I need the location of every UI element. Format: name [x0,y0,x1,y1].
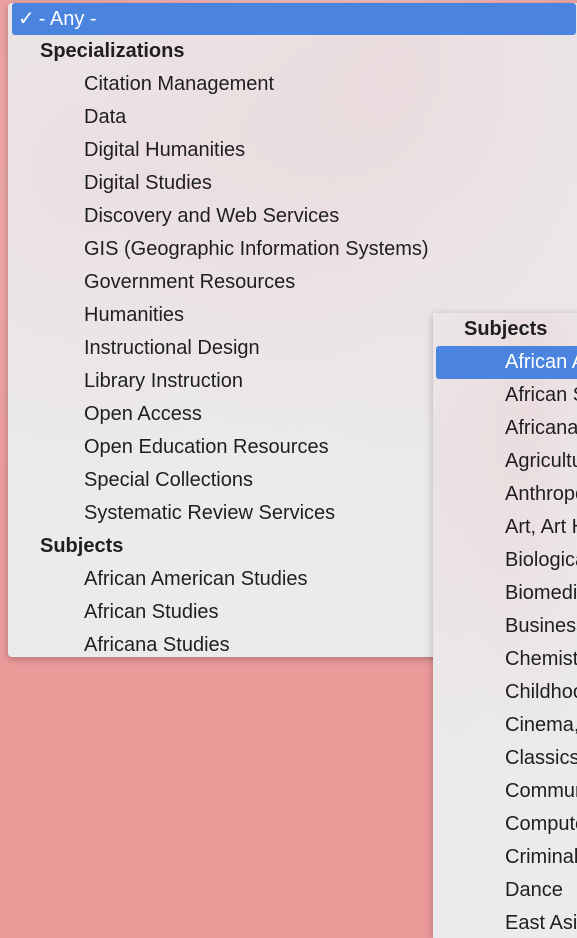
menu-option-communication[interactable]: Communication [433,775,577,808]
menu-option-label: - Any - [38,8,97,30]
menu-option-agriculture[interactable]: Agriculture [433,445,577,478]
menu-option-anthropology[interactable]: Anthropology [433,478,577,511]
group-header-specializations: Specializations [40,40,185,62]
menu-option-african-american-studies[interactable]: African American Studies [436,346,577,379]
menu-items: African American StudiesAfrican StudiesA… [433,346,577,938]
menu-option-cinema-film[interactable]: Cinema, Film [433,709,577,742]
menu-option-any-selected[interactable]: ✓ - Any - [12,3,576,35]
checkmark-icon: ✓ [18,8,35,30]
menu-option-discovery-and-web-services[interactable]: Discovery and Web Services [8,200,577,233]
menu-option-childhood-studies[interactable]: Childhood Studies [433,676,577,709]
menu-option-gis-geographic-information-systems[interactable]: GIS (Geographic Information Systems) [8,233,577,266]
menu-option-criminal-justice[interactable]: Criminal Justice [433,841,577,874]
menu-option-biological-sciences[interactable]: Biological Sciences [433,544,577,577]
group-header-subjects: Subjects [464,318,548,340]
menu-option-east-asian-studies[interactable]: East Asian Studies [433,907,577,938]
menu-option-biomedical-sciences[interactable]: Biomedical Sciences [433,577,577,610]
menu-option-citation-management[interactable]: Citation Management [8,68,577,101]
menu-option-digital-studies[interactable]: Digital Studies [8,167,577,200]
menu-option-african-studies[interactable]: African Studies [433,379,577,412]
menu-option-classics[interactable]: Classics [433,742,577,775]
menu-option-digital-humanities[interactable]: Digital Humanities [8,134,577,167]
menu-option-computer-science[interactable]: Computer Science [433,808,577,841]
menu-option-africana-studies[interactable]: Africana Studies [433,412,577,445]
menu-option-government-resources[interactable]: Government Resources [8,266,577,299]
menu-option-data[interactable]: Data [8,101,577,134]
dropdown-menu-secondary[interactable]: Subjects African American StudiesAfrican… [433,313,577,938]
menu-option-business[interactable]: Business [433,610,577,643]
menu-option-dance[interactable]: Dance [433,874,577,907]
menu-option-art-art-history[interactable]: Art, Art History [433,511,577,544]
menu-option-chemistry[interactable]: Chemistry [433,643,577,676]
